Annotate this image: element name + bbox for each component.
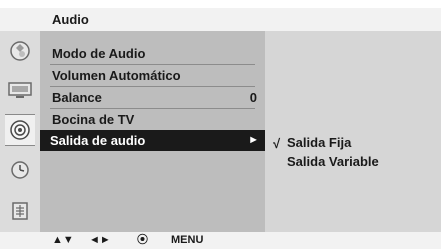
menu-item-label: Modo de Audio xyxy=(52,46,146,61)
audio-menu-panel: Modo de Audio Volumen Automático Balance… xyxy=(40,31,265,232)
title-bar: Audio xyxy=(0,8,441,31)
navigation-hint-bar: ▲▼ ◄► ⦿ MENU xyxy=(0,232,441,249)
option-salida-fija[interactable]: Salida Fija xyxy=(287,133,351,152)
menu-item-label: Bocina de TV xyxy=(52,112,135,127)
menu-item-volumen-automatico[interactable]: Volumen Automático xyxy=(52,65,257,86)
check-icon: √ xyxy=(273,136,281,151)
left-right-arrows-icon: ◄► xyxy=(89,234,111,246)
display-icon[interactable] xyxy=(5,75,35,105)
time-icon[interactable] xyxy=(5,155,35,185)
picture-icon[interactable] xyxy=(5,36,35,66)
option-icon[interactable] xyxy=(5,196,35,226)
menu-item-label: Volumen Automático xyxy=(52,68,181,83)
balance-value: 0 xyxy=(249,90,257,105)
audio-output-submenu: √ Salida Fija Salida Variable xyxy=(265,31,441,232)
up-down-arrows-icon: ▲▼ xyxy=(52,234,74,246)
tv-osd-screen: Audio Modo de Audio Volumen Automático B… xyxy=(0,0,441,249)
menu-title: Audio xyxy=(52,12,89,27)
audio-icon[interactable] xyxy=(5,114,35,146)
ok-button-icon: ⦿ xyxy=(137,234,148,246)
menu-item-label: Balance xyxy=(52,90,102,105)
category-icon-column xyxy=(0,31,40,232)
option-salida-variable[interactable]: Salida Variable xyxy=(287,152,379,171)
menu-item-label: Salida de audio xyxy=(50,133,146,148)
submenu-arrow-icon: ► xyxy=(248,134,259,146)
menu-item-balance[interactable]: Balance 0 xyxy=(52,87,257,108)
menu-item-bocina-de-tv[interactable]: Bocina de TV xyxy=(52,109,257,130)
menu-item-salida-de-audio[interactable]: Salida de audio ► xyxy=(40,130,265,151)
menu-hint-label: MENU xyxy=(171,234,204,246)
menu-item-modo-de-audio[interactable]: Modo de Audio xyxy=(52,43,257,64)
